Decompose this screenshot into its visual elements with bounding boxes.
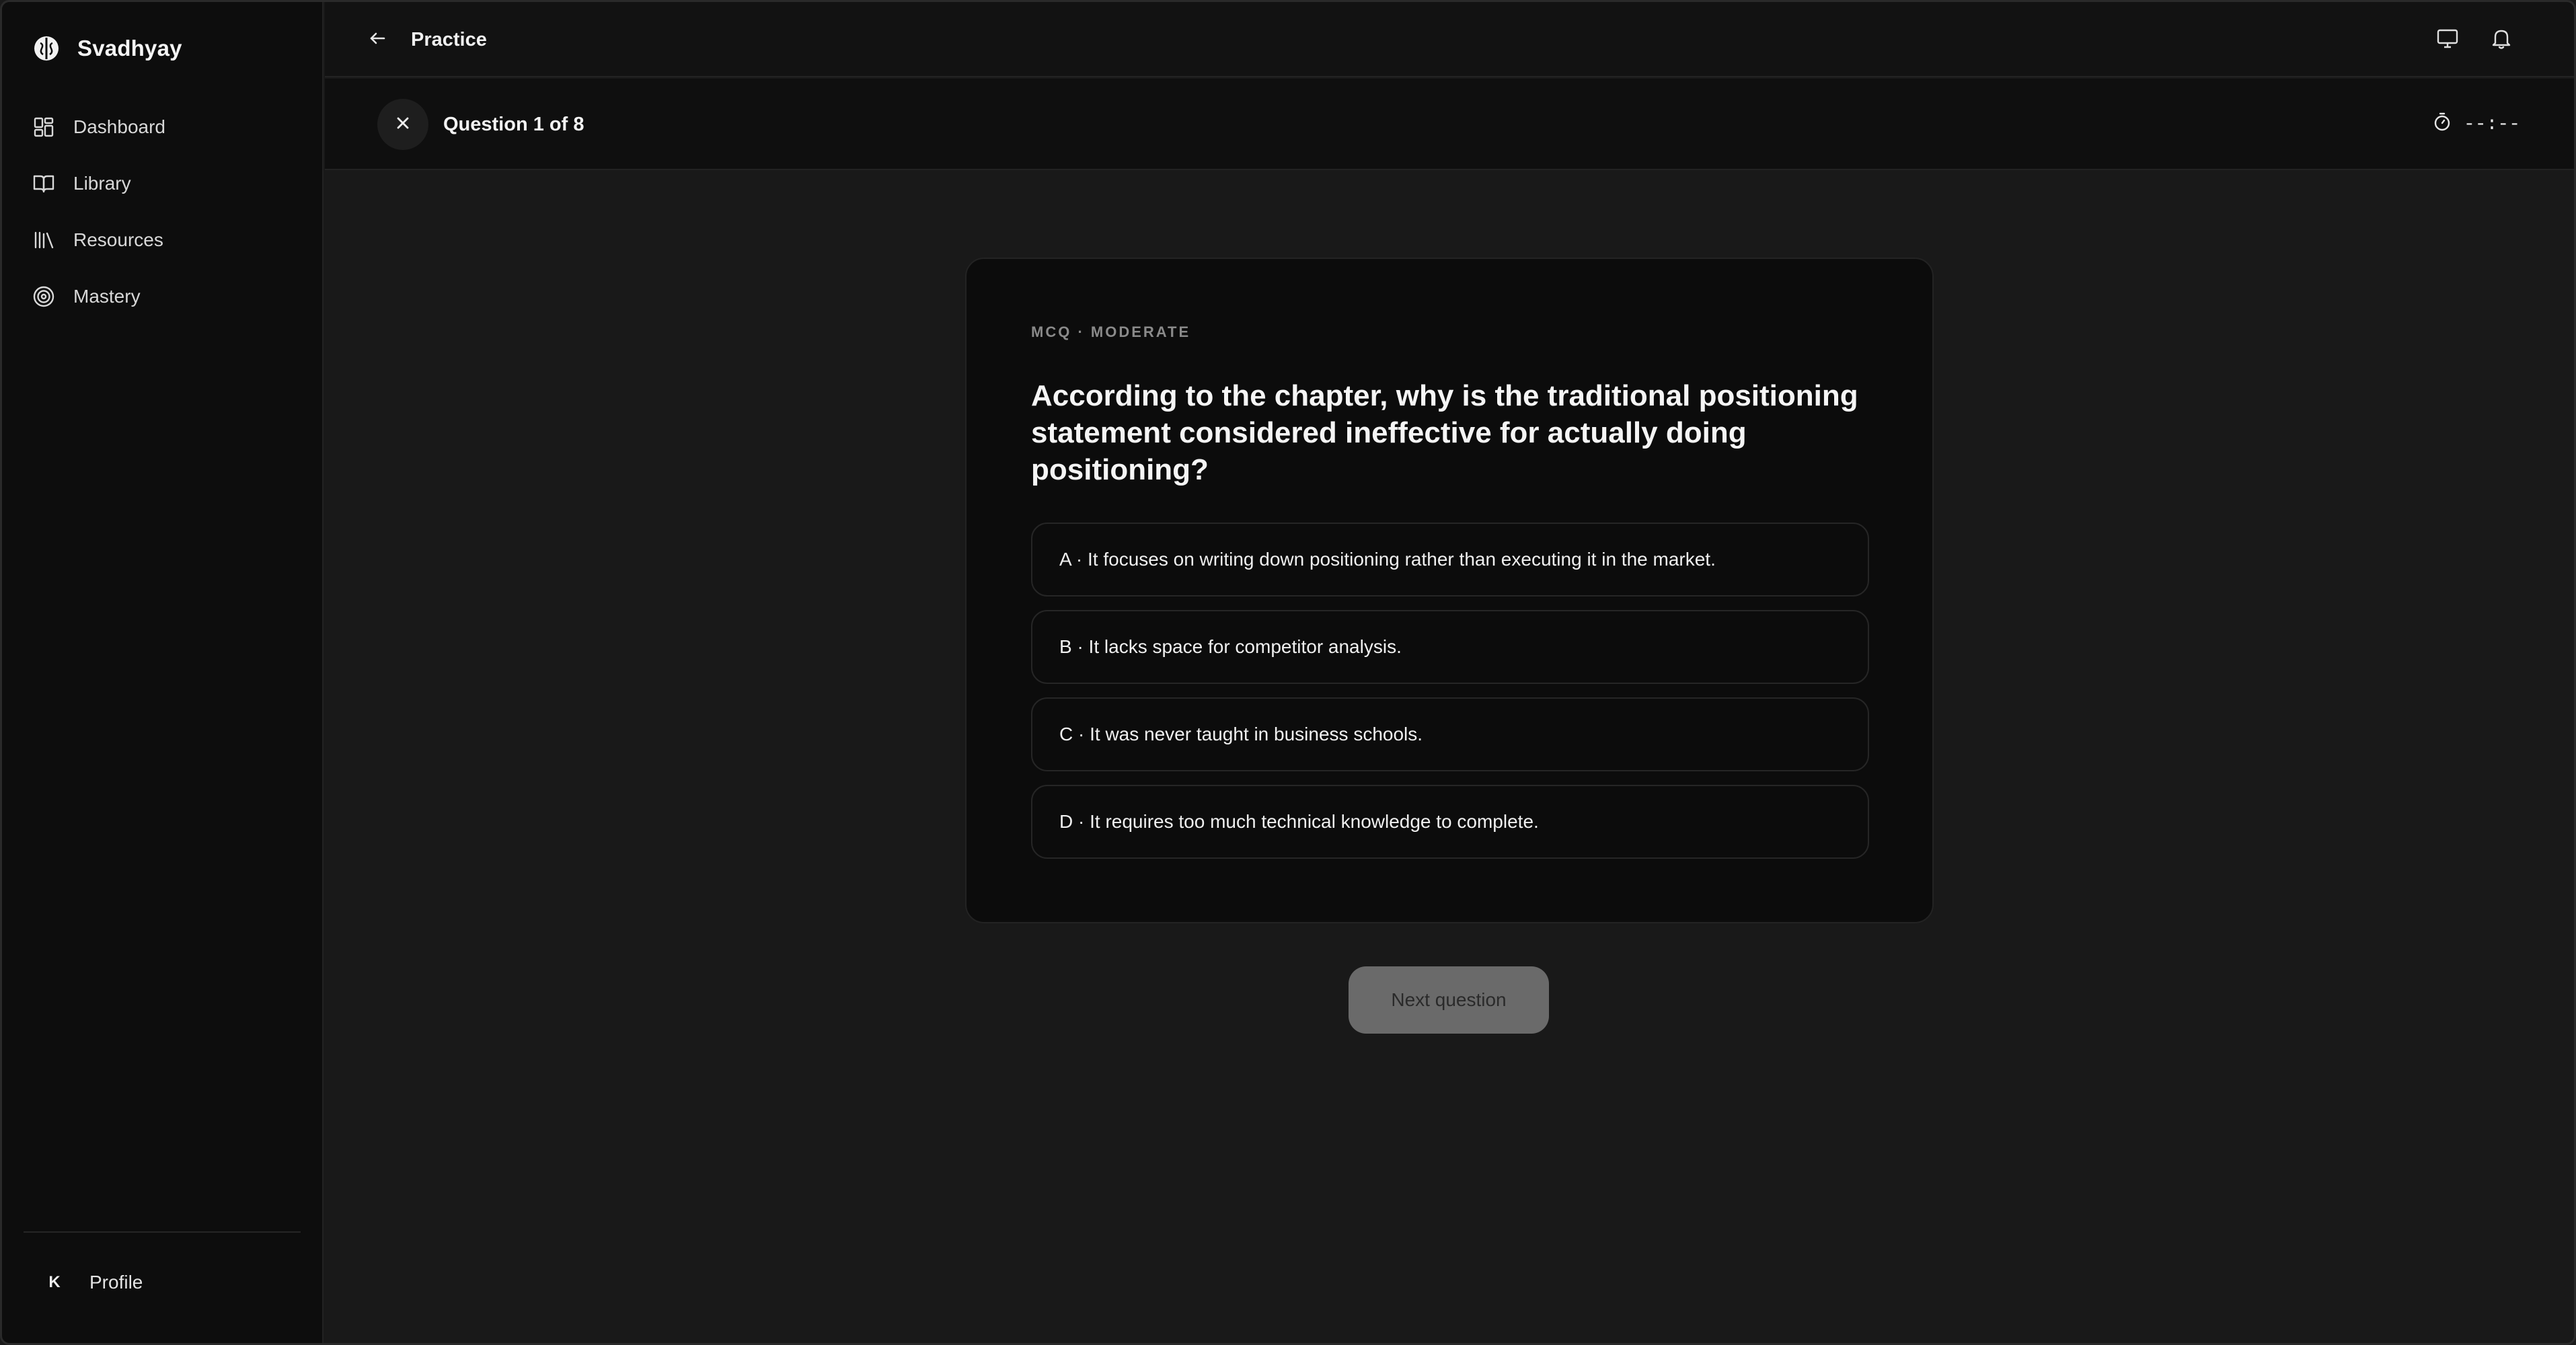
option-label: D · It requires too much technical knowl…	[1059, 811, 1539, 832]
target-icon	[32, 284, 56, 309]
timer-value: --:--	[2463, 114, 2520, 135]
option-label: A · It focuses on writing down positioni…	[1059, 549, 1716, 570]
answer-option-a[interactable]: A · It focuses on writing down positioni…	[1031, 523, 1869, 597]
open-book-icon	[32, 171, 56, 196]
arrow-left-icon	[367, 28, 387, 52]
sidebar-item-dashboard[interactable]: Dashboard	[32, 107, 294, 147]
sidebar-item-label: Library	[73, 173, 131, 194]
app-window: Svadhyay Dashboard Library Resources Mas…	[0, 0, 2576, 1345]
answer-option-d[interactable]: D · It requires too much technical knowl…	[1031, 785, 1869, 859]
back-button[interactable]	[364, 26, 391, 53]
option-label: B · It lacks space for competitor analys…	[1059, 636, 1402, 657]
books-shelf-icon	[32, 228, 56, 252]
sidebar-item-resources[interactable]: Resources	[32, 220, 294, 260]
sidebar-item-library[interactable]: Library	[32, 163, 294, 204]
answer-option-c[interactable]: C · It was never taught in business scho…	[1031, 697, 1869, 771]
stopwatch-icon	[2433, 112, 2452, 138]
monitor-icon	[2435, 26, 2460, 54]
bell-icon	[2489, 26, 2513, 54]
option-label: C · It was never taught in business scho…	[1059, 724, 1423, 744]
sidebar-item-label: Dashboard	[73, 116, 165, 137]
answer-option-b[interactable]: B · It lacks space for competitor analys…	[1031, 610, 1869, 684]
sidebar-item-label: Mastery	[73, 286, 141, 307]
brand[interactable]: Svadhyay	[32, 32, 182, 65]
question-counter: Question 1 of 8	[443, 114, 584, 135]
profile-label: Profile	[89, 1272, 143, 1293]
sidebar-item-label: Resources	[73, 229, 163, 250]
dashboard-grid-icon	[32, 115, 56, 139]
display-mode-button[interactable]	[2433, 25, 2462, 54]
next-question-button[interactable]: Next question	[1349, 966, 1549, 1034]
brain-logo-icon	[32, 34, 61, 63]
question-card: MCQ · MODERATE According to the chapter,…	[965, 258, 1934, 923]
sidebar-item-mastery[interactable]: Mastery	[32, 276, 294, 317]
avatar: K	[48, 1273, 61, 1291]
sidebar-divider	[24, 1231, 301, 1233]
notifications-button[interactable]	[2487, 25, 2516, 54]
close-icon	[393, 114, 412, 136]
question-type-badge: MCQ · MODERATE	[1031, 323, 1191, 340]
profile-button[interactable]: K Profile	[45, 1264, 143, 1301]
app-name: Svadhyay	[77, 36, 182, 61]
sidebar: Svadhyay Dashboard Library Resources Mas…	[2, 2, 324, 1343]
page-title: Practice	[411, 29, 487, 50]
timer: --:--	[2433, 112, 2520, 137]
close-quiz-button[interactable]	[377, 99, 428, 150]
top-header: Practice	[325, 2, 2574, 77]
quiz-toolbar: Question 1 of 8 --:--	[325, 79, 2574, 170]
question-text: According to the chapter, why is the tra…	[1031, 379, 1858, 486]
